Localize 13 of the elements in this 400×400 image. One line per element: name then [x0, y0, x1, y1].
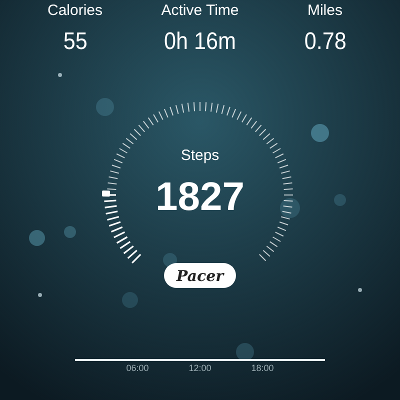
progress-marker: [102, 190, 110, 197]
stat-value: 0h 16m: [164, 28, 236, 56]
time-label: 06:00: [126, 363, 149, 373]
stat-label: Active Time: [161, 2, 239, 20]
brand-logo: Pacer: [164, 263, 236, 288]
steps-count: 1827: [156, 175, 244, 219]
time-label: 12:00: [188, 363, 212, 373]
steps-label: Steps: [180, 147, 220, 165]
stat-value: 0.78: [304, 28, 346, 56]
stat-label: Calories: [47, 2, 103, 20]
stat-value: 55: [62, 28, 87, 56]
stat-label: Miles: [307, 2, 342, 20]
time-label: 18:00: [251, 363, 274, 373]
